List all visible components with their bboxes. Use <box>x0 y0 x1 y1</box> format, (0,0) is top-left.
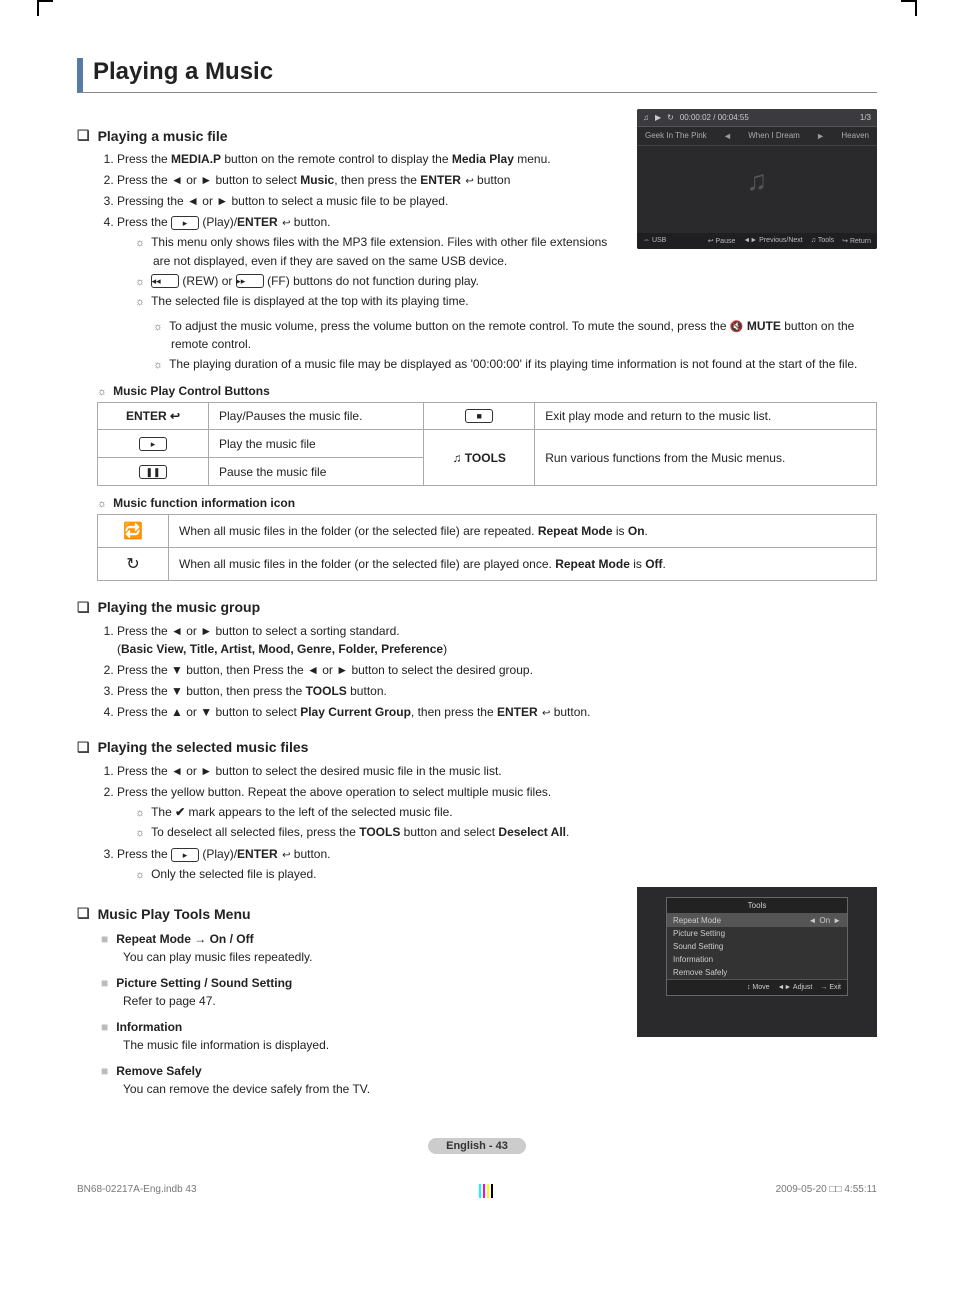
chevron-right-icon: ► <box>833 916 841 925</box>
footer-hint: ♫ Tools <box>811 237 834 245</box>
tools-popup-preview: Tools Repeat Mode ◄On► Picture Setting S… <box>637 887 877 1037</box>
color-stripes <box>479 1184 493 1198</box>
step: Press the ▼ button, then press the TOOLS… <box>117 682 877 700</box>
tools-key-label: ♫ TOOLS <box>452 451 505 465</box>
page-number: English - 43 <box>77 1138 877 1154</box>
popup-row: Remove Safely <box>667 966 847 979</box>
step: Press the ▼ button, then Press the ◄ or … <box>117 661 877 679</box>
popup-title: Tools <box>667 898 847 914</box>
player-time: 00:00:02 / 00:04:55 <box>680 113 749 122</box>
cell: Run various functions from the Music men… <box>535 430 877 486</box>
control-buttons-table: ENTER ↩ Play/Pauses the music file. ■ Ex… <box>97 402 877 486</box>
usb-label: ⇔ USB <box>643 237 666 245</box>
footer-hint: ◄► Previous/Next <box>743 237 802 245</box>
note: To deselect all selected files, press th… <box>135 823 877 842</box>
track-current: When I Dream <box>748 131 800 141</box>
play-key-icon: ▸ <box>139 437 167 451</box>
note: The selected file is displayed at the to… <box>135 292 623 311</box>
page-title: Playing a Music <box>77 58 877 93</box>
step-list: Press the ◄ or ► button to select the de… <box>117 762 877 884</box>
function-icon-table: 🔁 When all music files in the folder (or… <box>97 514 877 581</box>
repeat-on-icon: 🔁 <box>123 523 143 540</box>
step: Press the ◄ or ► button to select Music,… <box>117 171 623 189</box>
popup-hint: → Exit <box>820 984 841 991</box>
play-key-icon: ▸ <box>171 848 199 862</box>
sub-heading: Music Play Tools Menu <box>77 905 623 922</box>
note: This menu only shows files with the MP3 … <box>135 233 623 270</box>
footer-file: BN68-02217A-Eng.indb 43 <box>77 1184 197 1198</box>
note: The ✔ mark appears to the left of the se… <box>135 803 877 822</box>
tools-menu-item: Picture Setting / Sound Setting Refer to… <box>101 976 623 1010</box>
sub-heading: Playing the selected music files <box>77 739 877 756</box>
step: Press the ▸ (Play)/ENTER button. Only th… <box>117 845 877 884</box>
note: The playing duration of a music file may… <box>153 355 877 374</box>
pause-key-icon: ❚❚ <box>139 465 167 479</box>
step: Press the ◄ or ► button to select the de… <box>117 762 877 780</box>
cell: Pause the music file <box>209 458 424 486</box>
step-list: Press the MEDIA.P button on the remote c… <box>117 150 623 311</box>
player-counter: 1/3 <box>860 113 871 122</box>
table-heading: Music function information icon <box>97 496 877 510</box>
rew-key-icon: ◂◂ <box>151 274 179 288</box>
footer-hint: ↪ Return <box>842 237 871 245</box>
cell: Play/Pauses the music file. <box>209 402 424 430</box>
enter-key-label: ENTER ↩ <box>126 409 180 423</box>
note: ◂◂ (REW) or ▸▸ (FF) buttons do not funct… <box>135 272 623 291</box>
popup-hint: ◄► Adjust <box>778 984 813 991</box>
tools-menu-item: Information The music file information i… <box>101 1020 623 1054</box>
tools-menu-item: Remove Safely You can remove the device … <box>101 1064 623 1098</box>
table-heading: Music Play Control Buttons <box>97 384 877 398</box>
play-key-icon: ▸ <box>171 216 199 230</box>
music-icon: ♫ <box>643 113 649 122</box>
cell: When all music files in the folder (or t… <box>169 514 877 547</box>
step: Press the yellow button. Repeat the abov… <box>117 783 877 842</box>
track-next: Heaven <box>841 131 869 141</box>
note: To adjust the music volume, press the vo… <box>153 317 877 354</box>
step: Press the MEDIA.P button on the remote c… <box>117 150 623 168</box>
crop-mark <box>37 0 53 16</box>
footer-hint: ↩ Pause <box>708 237 736 245</box>
popup-row: Repeat Mode ◄On► <box>667 914 847 927</box>
step: Pressing the ◄ or ► button to select a m… <box>117 192 623 210</box>
chevron-right-icon: ► <box>816 131 825 141</box>
step-list: Press the ◄ or ► button to select a sort… <box>117 622 877 721</box>
note: Only the selected file is played. <box>135 865 877 884</box>
chevron-left-icon: ◄ <box>808 916 816 925</box>
note-icon: ♫ <box>747 165 768 197</box>
cell: Play the music file <box>209 430 424 458</box>
track-prev: Geek In The Pink <box>645 131 707 141</box>
repeat-off-icon: ↻ <box>126 556 139 573</box>
cell: When all music files in the folder (or t… <box>169 547 877 580</box>
step: Press the ▲ or ▼ button to select Play C… <box>117 703 877 721</box>
player-preview: ♫ ▶ ↻ 00:00:02 / 00:04:55 1/3 Geek In Th… <box>637 109 877 249</box>
popup-row: Information <box>667 953 847 966</box>
ff-key-icon: ▸▸ <box>236 274 264 288</box>
crop-mark <box>901 0 917 16</box>
cell: Exit play mode and return to the music l… <box>535 402 877 430</box>
footer-timestamp: 2009-05-20 □□ 4:55:11 <box>776 1184 877 1198</box>
tools-menu-item: Repeat Mode → On / Off You can play musi… <box>101 932 623 966</box>
sub-heading: Playing the music group <box>77 599 877 616</box>
chevron-left-icon: ◄ <box>723 131 732 141</box>
stop-key-icon: ■ <box>465 409 493 423</box>
sub-heading: Playing a music file <box>77 127 623 144</box>
step: Press the ▸ (Play)/ENTER button. This me… <box>117 213 623 311</box>
repeat-icon: ↻ <box>667 113 674 122</box>
mute-icon <box>730 319 744 333</box>
popup-hint: ↕ Move <box>747 984 770 991</box>
popup-row: Sound Setting <box>667 940 847 953</box>
popup-row: Picture Setting <box>667 927 847 940</box>
step: Press the ◄ or ► button to select a sort… <box>117 622 877 658</box>
play-icon: ▶ <box>655 113 661 122</box>
